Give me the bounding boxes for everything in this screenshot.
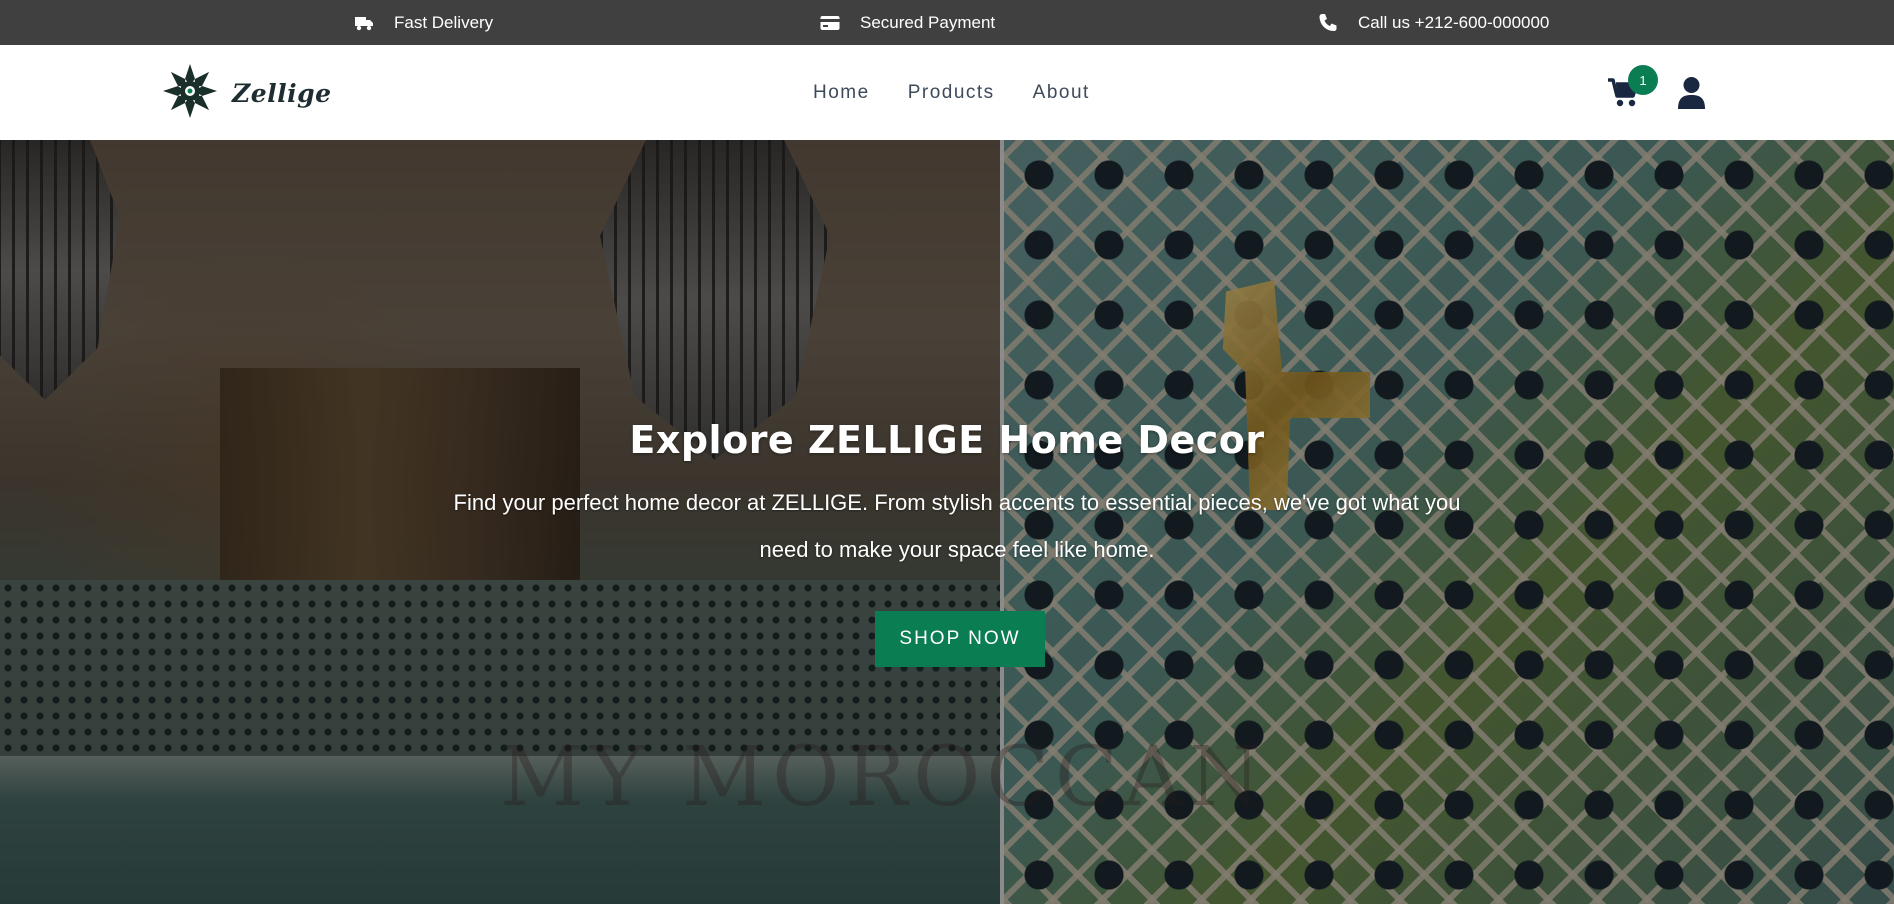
hero-content: Explore ZELLIGE Home Decor Find your per… xyxy=(0,140,1894,904)
hero-title: Explore ZELLIGE Home Decor xyxy=(629,418,1265,462)
main-nav: Home Products About xyxy=(813,45,1090,140)
hero-section: MY MOROCCAN Explore ZELLIGE Home Decor F… xyxy=(0,140,1894,904)
nav-home-link[interactable]: Home xyxy=(813,82,870,104)
top-info-bar: Fast Delivery Secured Payment Call us +2… xyxy=(0,0,1894,45)
user-icon xyxy=(1678,77,1705,113)
shop-now-button[interactable]: SHOP NOW xyxy=(875,611,1045,667)
fast-delivery-info: Fast Delivery xyxy=(354,0,493,45)
hero-subtitle: Find your perfect home decor at ZELLIGE.… xyxy=(453,490,1461,562)
cart-count-badge: 1 xyxy=(1628,65,1658,95)
secured-payment-info: Secured Payment xyxy=(820,0,995,45)
brand-logo[interactable]: Zellige xyxy=(160,61,332,126)
secured-payment-text: Secured Payment xyxy=(860,12,996,32)
phone-icon xyxy=(1318,13,1338,33)
brand-name: Zellige xyxy=(232,79,332,108)
zellige-star-logo-icon xyxy=(160,61,220,126)
nav-about-link[interactable]: About xyxy=(1033,82,1090,104)
nav-products-link[interactable]: Products xyxy=(908,82,995,104)
credit-card-icon xyxy=(820,15,840,31)
fast-delivery-text: Fast Delivery xyxy=(394,12,494,32)
truck-icon xyxy=(354,15,374,31)
phone-text[interactable]: Call us +212-600-000000 xyxy=(1358,13,1549,33)
shopping-cart-icon xyxy=(1606,78,1642,115)
site-header: Zellige Home Products About 1 xyxy=(0,45,1894,140)
account-button[interactable] xyxy=(1678,76,1705,109)
phone-info: Call us +212-600-000000 xyxy=(1318,0,1549,45)
